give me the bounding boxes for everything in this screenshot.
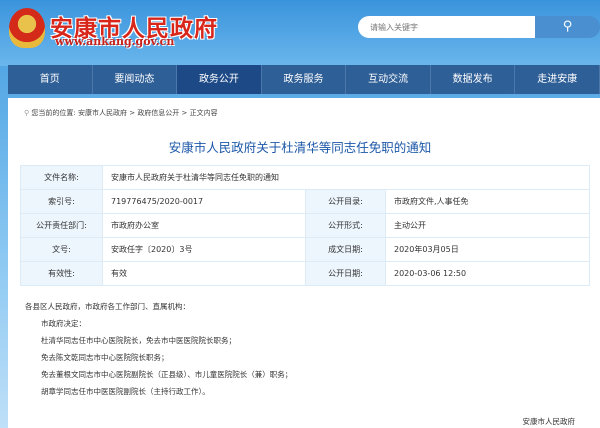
- search-button[interactable]: ⚲: [535, 16, 600, 38]
- document-body: 各县区人民政府，市政府各工作部门、直属机构： 市政府决定： 杜清华同志任市中心医…: [25, 298, 292, 400]
- meta-label: 公开形式:: [305, 213, 386, 238]
- nav-interaction[interactable]: 互动交流: [346, 65, 431, 94]
- table-row: 索引号: 719776475/2020-0017 公开目录: 市政府文件,人事任免: [20, 189, 590, 214]
- nav-gov-affairs-open[interactable]: 政务公开: [177, 65, 262, 94]
- nav-news[interactable]: 要闻动态: [93, 65, 178, 94]
- meta-value: 安政任字〔2020〕3号: [102, 237, 306, 262]
- document-meta-table: 文件名称: 安康市人民政府关于杜清华等同志任免职的通知 索引号: 719776475…: [20, 165, 590, 286]
- body-paragraph: 杜清华同志任市中心医院院长，免去市中医医院院长职务；: [41, 336, 236, 345]
- meta-label: 成文日期:: [305, 237, 386, 262]
- body-paragraph: 胡章学同志任市中医医院副院长（主持行政工作）。: [41, 387, 210, 396]
- meta-label: 文件名称:: [20, 165, 103, 190]
- meta-value: 719776475/2020-0017: [102, 189, 306, 214]
- table-row: 文号: 安政任字〔2020〕3号 成文日期: 2020年03月05日: [20, 237, 590, 262]
- meta-label: 公开日期:: [305, 261, 386, 286]
- main-nav: 首页 要闻动态 政务公开 政务服务 互动交流 数据发布 走进安康: [8, 65, 600, 94]
- meta-label: 索引号:: [20, 189, 103, 214]
- breadcrumb-link[interactable]: 安康市人民政府: [78, 109, 127, 117]
- table-row: 文件名称: 安康市人民政府关于杜清华等同志任免职的通知: [20, 165, 590, 190]
- meta-value: 安康市人民政府关于杜清华等同志任免职的通知: [102, 165, 590, 190]
- site-url: www.ankang.gov.cn: [55, 35, 175, 48]
- meta-value: 2020年03月05日: [385, 237, 590, 262]
- nav-gov-services[interactable]: 政务服务: [262, 65, 347, 94]
- search-input[interactable]: 请输入关键字: [358, 16, 535, 38]
- signature: 安康市人民政府: [522, 417, 576, 426]
- body-paragraph: 免去陈文乾同志市中心医院院长职务；: [41, 353, 169, 362]
- breadcrumb-prefix: 您当前的位置:: [31, 109, 76, 117]
- breadcrumb: ⚲ 您当前的位置: 安康市人民政府 > 政府信息公开 > 正文内容: [24, 108, 218, 118]
- location-pin-icon: ⚲: [24, 109, 30, 117]
- meta-value: 主动公开: [385, 213, 590, 238]
- meta-value: 有效: [102, 261, 306, 286]
- page-title: 安康市人民政府关于杜清华等同志任免职的通知: [168, 140, 432, 155]
- breadcrumb-sep: >: [181, 109, 188, 117]
- meta-label: 公开责任部门:: [20, 213, 103, 238]
- meta-label: 文号:: [20, 237, 103, 262]
- nav-about-ankang[interactable]: 走进安康: [515, 65, 600, 94]
- search-icon: ⚲: [562, 19, 573, 34]
- meta-value: 市政府办公室: [102, 213, 306, 238]
- body-paragraph: 免去董根文同志市中心医院副院长（正县级）、市儿童医院院长（兼）职务；: [41, 370, 293, 379]
- meta-value: 2020-03-06 12:50: [385, 261, 590, 286]
- table-row: 公开责任部门: 市政府办公室 公开形式: 主动公开: [20, 213, 590, 238]
- site-header: 安康市人民政府 www.ankang.gov.cn 请输入关键字 ⚲: [0, 0, 600, 66]
- body-paragraph: 市政府决定：: [41, 319, 86, 328]
- salutation: 各县区人民政府，市政府各工作部门、直属机构：: [25, 302, 190, 311]
- nav-data-release[interactable]: 数据发布: [431, 65, 516, 94]
- table-row: 有效性: 有效 公开日期: 2020-03-06 12:50: [20, 261, 590, 286]
- meta-label: 有效性:: [20, 261, 103, 286]
- breadcrumb-current: 正文内容: [189, 109, 218, 117]
- national-emblem-logo: [9, 8, 45, 48]
- breadcrumb-link[interactable]: 政府信息公开: [137, 109, 179, 117]
- breadcrumb-sep: >: [129, 109, 136, 117]
- meta-label: 公开目录:: [305, 189, 386, 214]
- meta-value: 市政府文件,人事任免: [385, 189, 590, 214]
- nav-home[interactable]: 首页: [8, 65, 93, 94]
